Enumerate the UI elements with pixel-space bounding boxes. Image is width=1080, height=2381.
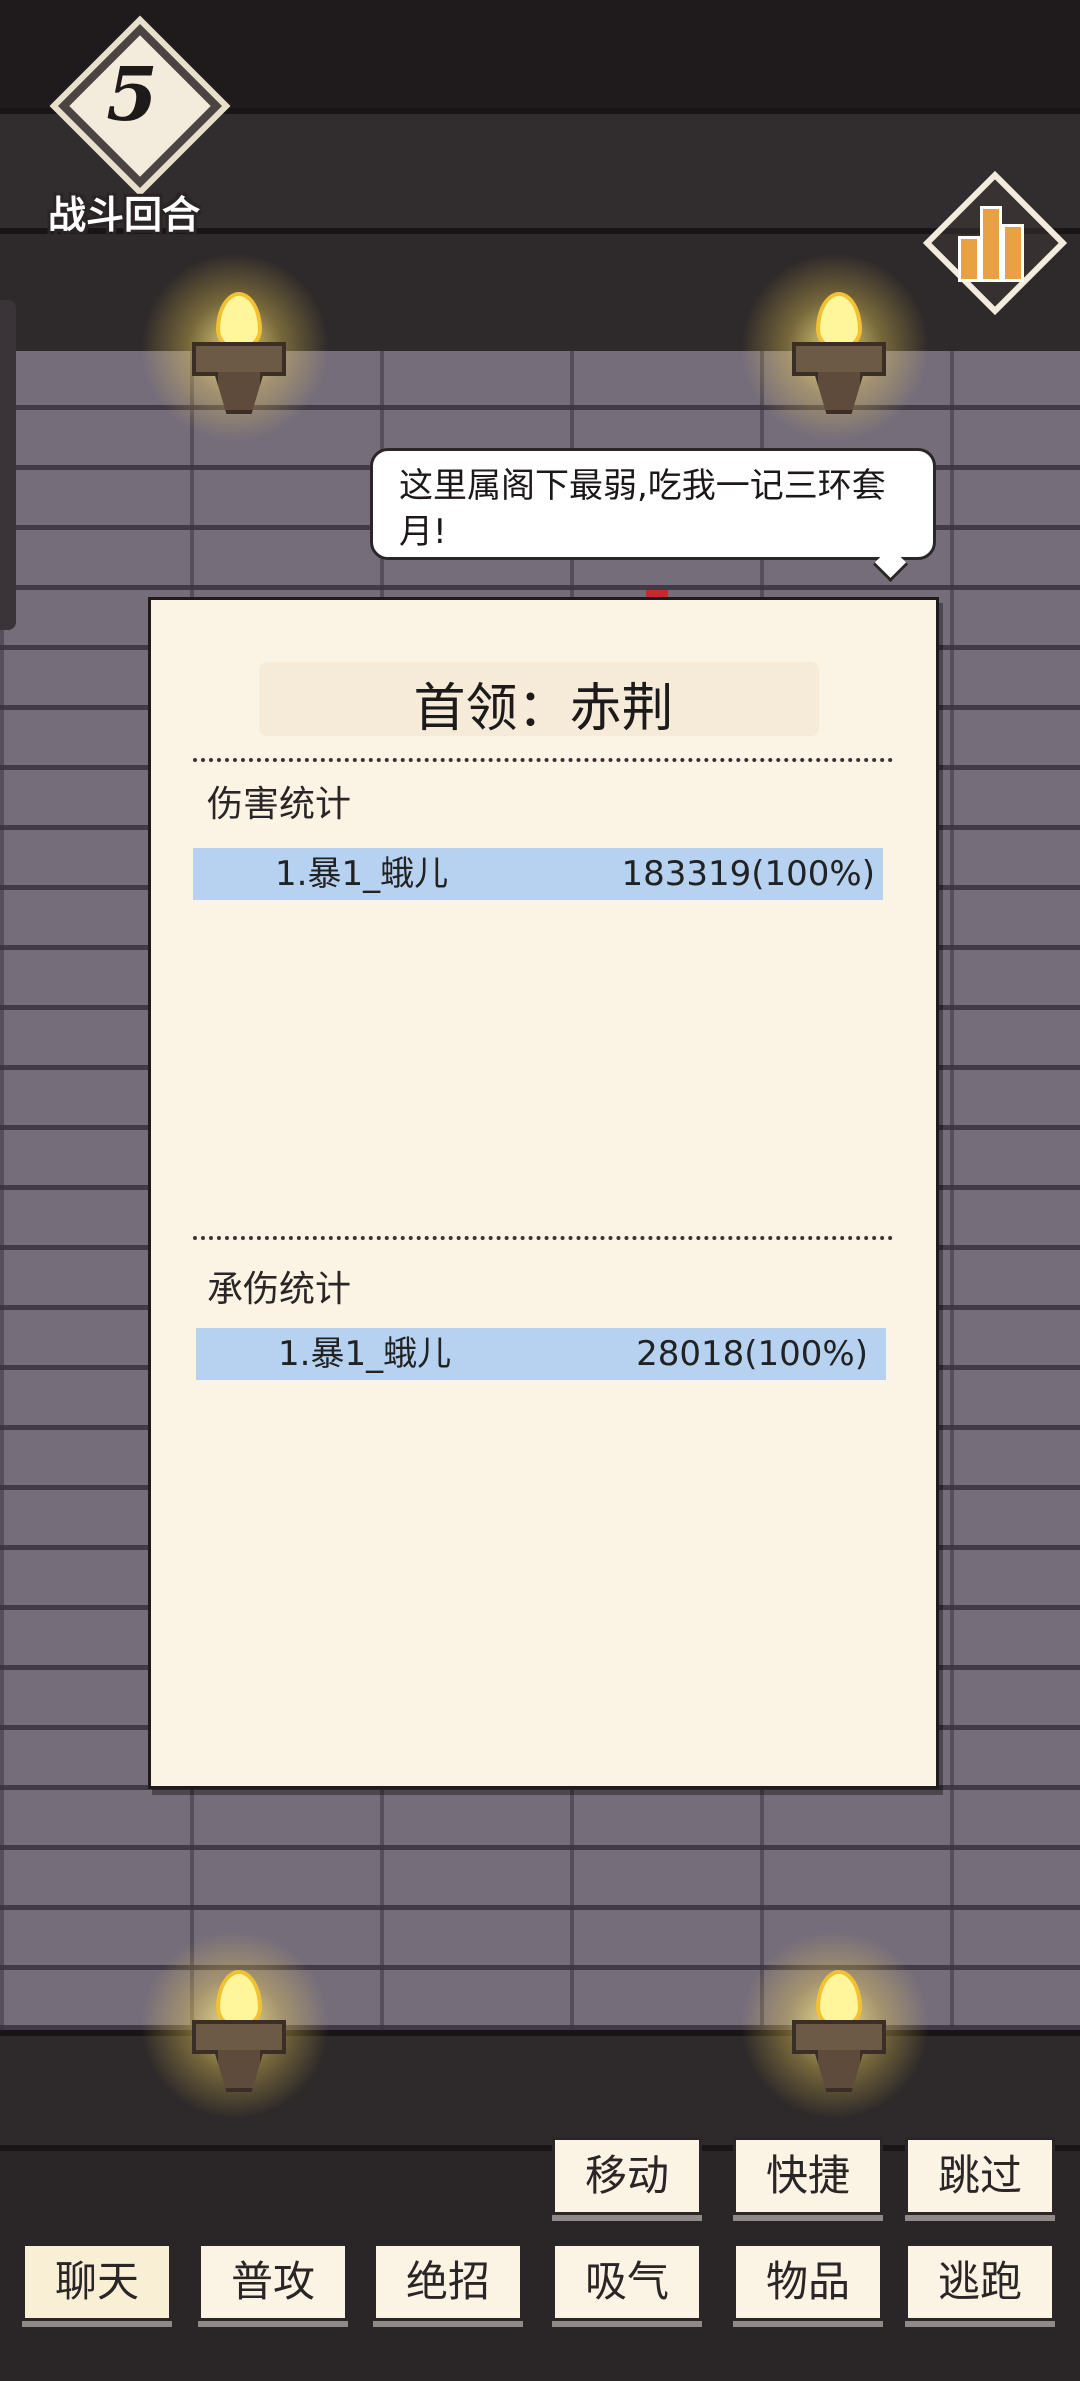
torch-icon <box>740 1930 930 2120</box>
chat-button[interactable]: 聊天 <box>22 2243 172 2321</box>
torch-icon <box>740 252 930 442</box>
torch-icon <box>140 1930 330 2120</box>
torch-icon <box>140 252 330 442</box>
move-button[interactable]: 移动 <box>552 2137 702 2215</box>
ultimate-button[interactable]: 绝招 <box>373 2243 523 2321</box>
side-drawer-handle[interactable] <box>0 300 16 630</box>
round-number: 5 <box>106 52 158 138</box>
round-badge: 5 <box>32 23 223 189</box>
battle-stats-panel: 首领：赤荆 伤害统计 1.暴1_蛾儿 183319(100%) 承伤统计 1.暴… <box>148 597 939 1789</box>
speech-bubble: 这里属阁下最弱,吃我一记三环套月! <box>370 448 936 560</box>
quick-button[interactable]: 快捷 <box>733 2137 883 2215</box>
taken-row[interactable]: 1.暴1_蛾儿 28018(100%) <box>196 1328 886 1380</box>
taken-value: 28018(100%) <box>636 1334 868 1374</box>
round-label: 战斗回合 <box>47 193 200 237</box>
stats-toggle-button[interactable] <box>918 170 1068 316</box>
player-name: 1.暴1_蛾儿 <box>278 1334 452 1374</box>
flee-button[interactable]: 逃跑 <box>905 2243 1055 2321</box>
taken-section-label: 承伤统计 <box>207 1269 352 1310</box>
bar-chart-icon <box>1002 224 1024 282</box>
damage-value: 183319(100%) <box>621 854 875 894</box>
bar-chart-icon <box>980 206 1002 282</box>
divider <box>193 758 893 762</box>
bar-chart-icon <box>958 236 980 282</box>
damage-row[interactable]: 1.暴1_蛾儿 183319(100%) <box>193 848 883 900</box>
boss-title: 首领：赤荆 <box>413 679 674 739</box>
attack-button[interactable]: 普攻 <box>198 2243 348 2321</box>
player-name: 1.暴1_蛾儿 <box>275 854 449 894</box>
items-button[interactable]: 物品 <box>733 2243 883 2321</box>
damage-section-label: 伤害统计 <box>207 784 352 825</box>
breathe-button[interactable]: 吸气 <box>552 2243 702 2321</box>
skip-button[interactable]: 跳过 <box>905 2137 1055 2215</box>
divider <box>193 1236 893 1240</box>
